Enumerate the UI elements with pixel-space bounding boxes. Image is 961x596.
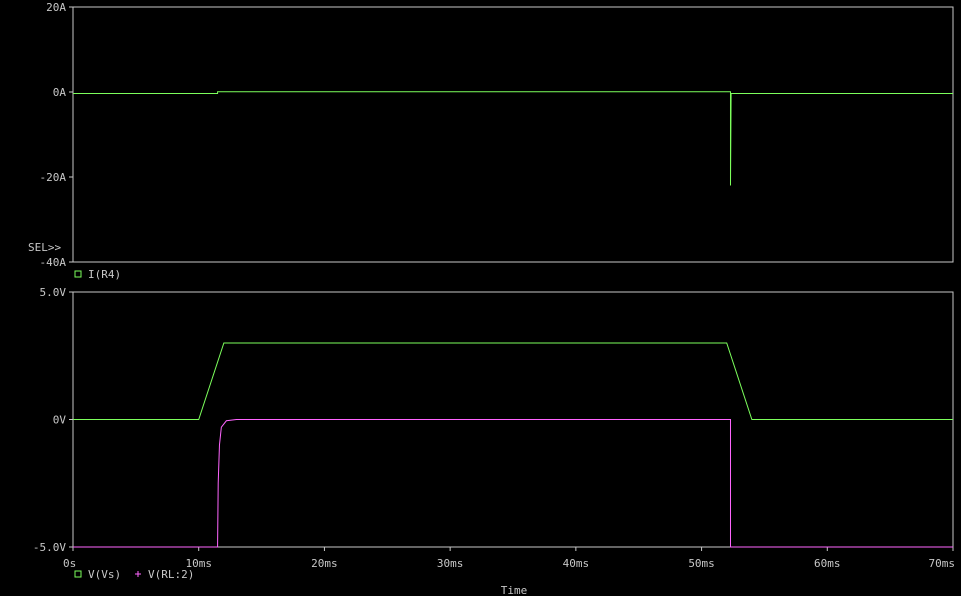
current-series-group [73,91,953,186]
x-axis-label: Time [501,584,528,596]
x-tick-label: 50ms [688,557,715,570]
x-tick-label: 20ms [311,557,338,570]
x-tick-label: 60ms [814,557,841,570]
legend-square-marker [74,270,82,278]
series-line-v-rl-2- [73,419,953,548]
series-line-v-vs- [73,342,953,420]
current-y-tick-labels: 20A 0A -20A -40A [40,1,73,269]
voltage-legend: V(Vs) V(RL:2) [74,568,194,581]
y-tick-label: 20A [46,1,66,14]
y-tick-label: 0V [53,414,67,427]
sel-marker: SEL>> [28,241,61,254]
voltage-y-tick-labels: 5.0V 0V -5.0V [33,286,73,554]
y-tick-label: -20A [40,171,67,184]
x-tick-label: 70ms [929,557,956,570]
x-tick-label: 0s [63,557,76,570]
current-plot-frame [72,6,954,263]
current-panel: 20A 0A -20A -40A SEL>> I(R4) [28,1,954,281]
voltage-panel: 5.0V0V-5.0V 0s 10ms 20ms 30ms 40ms 50ms 60ms 70… [33,286,955,581]
voltage-series-group [73,342,953,548]
legend-label: V(RL:2) [148,568,194,581]
series-line-i-r4- [73,91,953,186]
x-tick-label: 40ms [563,557,590,570]
y-tick-label: 0A [53,86,67,99]
legend-label: V(Vs) [88,568,121,581]
y-tick-label: 5.0V [40,286,67,299]
time-x-tick-labels: 0s 10ms 20ms 30ms 40ms 50ms 60ms 70ms [63,547,955,570]
y-tick-label: -40A [40,256,67,269]
current-legend: I(R4) [74,268,121,281]
legend-label: I(R4) [88,268,121,281]
x-tick-label: 30ms [437,557,464,570]
y-tick-label: -5.0V [33,541,66,554]
legend-square-marker [74,570,82,578]
plot-area: 20A 0A -20A -40A SEL>> I(R4) 5.0V 0V -5.0V 0s… [28,1,955,596]
